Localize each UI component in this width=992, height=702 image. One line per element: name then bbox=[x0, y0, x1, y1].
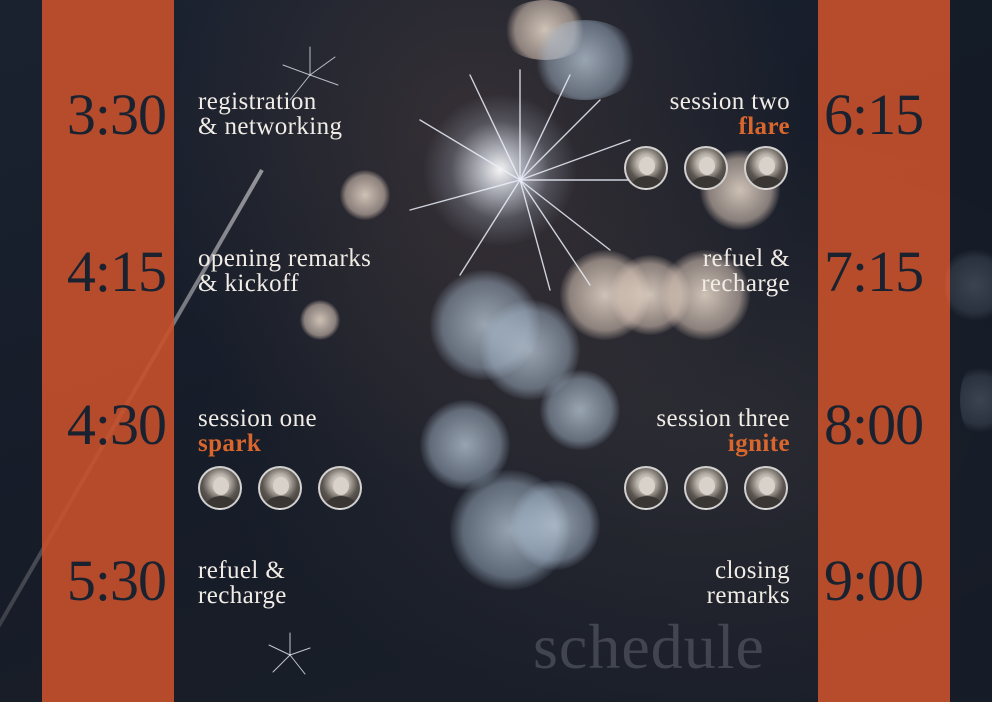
time-label: 6:15 bbox=[824, 82, 924, 147]
event-session-three: session three ignite bbox=[656, 406, 790, 456]
event-label: recharge bbox=[701, 270, 790, 297]
event-label: opening remarks bbox=[198, 245, 372, 272]
speaker-avatar[interactable] bbox=[624, 146, 668, 190]
event-label: registration bbox=[198, 88, 317, 115]
speaker-avatar[interactable] bbox=[684, 466, 728, 510]
event-registration: registration & networking bbox=[198, 89, 342, 139]
session-two-speakers bbox=[624, 146, 788, 190]
bokeh-light bbox=[340, 170, 390, 220]
bokeh-light bbox=[300, 300, 340, 340]
event-label: session three bbox=[656, 405, 790, 432]
time-label: 5:30 bbox=[66, 548, 167, 613]
event-label: recharge bbox=[198, 582, 287, 609]
bokeh-light bbox=[540, 370, 620, 450]
bokeh-light bbox=[510, 480, 600, 570]
session-three-speakers bbox=[624, 466, 788, 510]
bokeh-light bbox=[500, 0, 590, 60]
event-label: session two bbox=[669, 88, 790, 115]
speaker-avatar[interactable] bbox=[198, 466, 242, 510]
schedule-poster: 3:30 4:15 4:30 5:30 6:15 7:15 8:00 9:00 … bbox=[0, 0, 992, 702]
time-label: 9:00 bbox=[824, 548, 924, 613]
event-label: refuel & bbox=[702, 245, 790, 272]
time-label: 4:30 bbox=[66, 392, 167, 457]
session-name: flare bbox=[738, 113, 790, 140]
bokeh-light bbox=[450, 470, 570, 590]
session-name: spark bbox=[198, 430, 262, 457]
event-session-one: session one spark bbox=[198, 406, 317, 456]
speaker-avatar[interactable] bbox=[744, 146, 788, 190]
schedule-watermark: schedule bbox=[533, 611, 765, 682]
session-one-speakers bbox=[198, 466, 362, 510]
event-label: refuel & bbox=[198, 557, 286, 584]
speaker-avatar[interactable] bbox=[258, 466, 302, 510]
time-label: 3:30 bbox=[66, 82, 167, 147]
bokeh-light bbox=[480, 300, 580, 400]
time-label: 7:15 bbox=[824, 239, 924, 304]
event-session-two: session two flare bbox=[670, 89, 790, 139]
time-label: 4:15 bbox=[66, 239, 167, 304]
time-label: 8:00 bbox=[824, 392, 924, 457]
session-name: ignite bbox=[727, 430, 790, 457]
event-label: & networking bbox=[198, 113, 343, 140]
event-closing-remarks: closing remarks bbox=[707, 558, 790, 608]
speaker-avatar[interactable] bbox=[624, 466, 668, 510]
right-edge-strip bbox=[950, 0, 992, 702]
bokeh-light bbox=[420, 400, 510, 490]
event-opening-remarks: opening remarks & kickoff bbox=[198, 246, 371, 296]
event-label: session one bbox=[198, 405, 317, 432]
small-spark bbox=[268, 632, 311, 675]
event-refuel: refuel & recharge bbox=[198, 558, 287, 608]
speaker-avatar[interactable] bbox=[318, 466, 362, 510]
speaker-avatar[interactable] bbox=[684, 146, 728, 190]
event-label: & kickoff bbox=[198, 270, 300, 297]
speaker-avatar[interactable] bbox=[744, 466, 788, 510]
sparkler-rays bbox=[409, 69, 636, 291]
event-label: remarks bbox=[706, 582, 790, 609]
event-refuel: refuel & recharge bbox=[701, 246, 790, 296]
event-label: closing bbox=[714, 557, 790, 584]
